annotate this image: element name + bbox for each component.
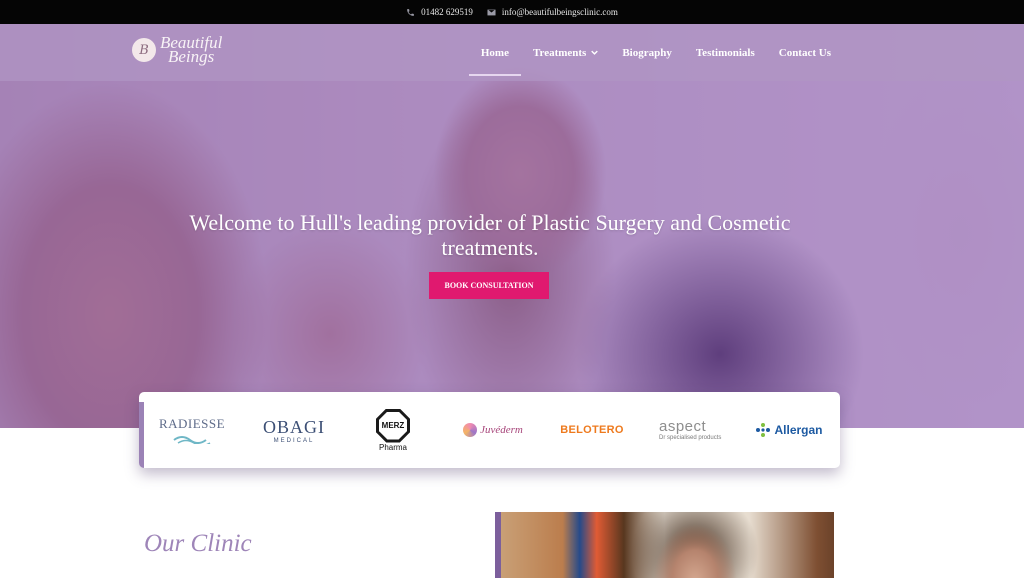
aspect-subtext: Dr specialised products bbox=[659, 435, 722, 441]
logo-mark: B bbox=[132, 38, 156, 62]
nav-treatments-label: Treatments bbox=[532, 46, 587, 59]
nav-treatments[interactable]: Treatments bbox=[532, 46, 599, 59]
nav-home-label: Home bbox=[480, 46, 509, 59]
merz-logo: MERZ Pharma bbox=[363, 404, 423, 456]
our-clinic-heading: Our Clinic bbox=[144, 530, 252, 557]
obagi-text: OBAGI bbox=[263, 416, 325, 437]
logo-text: Beautiful Beings bbox=[160, 34, 222, 66]
radiesse-text: RADIESSE bbox=[158, 416, 226, 431]
nav-testimonials-label: Testimonials bbox=[695, 46, 755, 59]
allergan-logo: Allergan bbox=[749, 404, 829, 456]
nav-home[interactable]: Home bbox=[468, 46, 522, 76]
main-navigation: B Beautiful Beings Home Treatments Biogr… bbox=[0, 24, 1024, 81]
radiesse-wave-icon bbox=[173, 436, 211, 444]
merz-octagon-icon: MERZ bbox=[376, 408, 410, 443]
nav-menu: Home Treatments Biography Testimonials C… bbox=[468, 24, 831, 81]
site-logo[interactable]: B Beautiful Beings bbox=[132, 34, 222, 66]
allergan-dots-icon bbox=[756, 423, 771, 437]
photo-accent-bar bbox=[495, 512, 501, 578]
envelope-icon bbox=[487, 9, 496, 15]
obagi-logo: OBAGI MEDICAL bbox=[263, 404, 325, 456]
logo-line-2: Beings bbox=[168, 47, 215, 66]
obagi-subtext: MEDICAL bbox=[273, 437, 315, 444]
nav-testimonials[interactable]: Testimonials bbox=[696, 47, 755, 59]
aspect-logo: aspect Dr specialised products bbox=[659, 404, 723, 456]
top-contact-bar: 01482 629519 info@beautifulbeingsclinic.… bbox=[0, 0, 1024, 24]
juvederm-swirl-icon bbox=[463, 423, 478, 437]
clinic-photo bbox=[495, 512, 834, 578]
phone-icon bbox=[407, 8, 414, 16]
belotero-logo: BELOTERO bbox=[557, 404, 627, 456]
merz-text: MERZ bbox=[379, 411, 407, 440]
book-consultation-button[interactable]: BOOK CONSULTATION bbox=[429, 272, 549, 299]
aspect-text: aspect bbox=[659, 418, 707, 435]
belotero-text: BELOTERO bbox=[560, 424, 624, 436]
brand-strip-accent bbox=[139, 402, 144, 468]
brand-logos-strip: RADIESSE OBAGI MEDICAL MERZ Pharma Juvéd… bbox=[139, 392, 840, 468]
juvederm-logo: Juvéderm bbox=[453, 404, 533, 456]
nav-biography[interactable]: Biography bbox=[622, 47, 672, 59]
phone-contact[interactable]: 01482 629519 bbox=[406, 7, 473, 17]
allergan-text: Allergan bbox=[774, 423, 823, 437]
chevron-down-icon bbox=[591, 50, 599, 55]
nav-biography-label: Biography bbox=[622, 46, 672, 59]
email-contact[interactable]: info@beautifulbeingsclinic.com bbox=[487, 7, 618, 17]
phone-number[interactable]: 01482 629519 bbox=[421, 7, 473, 17]
hero-headline: Welcome to Hull's leading provider of Pl… bbox=[189, 210, 791, 260]
nav-contact-us[interactable]: Contact Us bbox=[779, 47, 831, 59]
juvederm-text: Juvéderm bbox=[480, 424, 523, 436]
nav-contact-label: Contact Us bbox=[778, 46, 831, 59]
merz-subtext: Pharma bbox=[378, 442, 407, 452]
radiesse-logo: RADIESSE bbox=[153, 404, 231, 456]
email-address[interactable]: info@beautifulbeingsclinic.com bbox=[502, 7, 618, 17]
